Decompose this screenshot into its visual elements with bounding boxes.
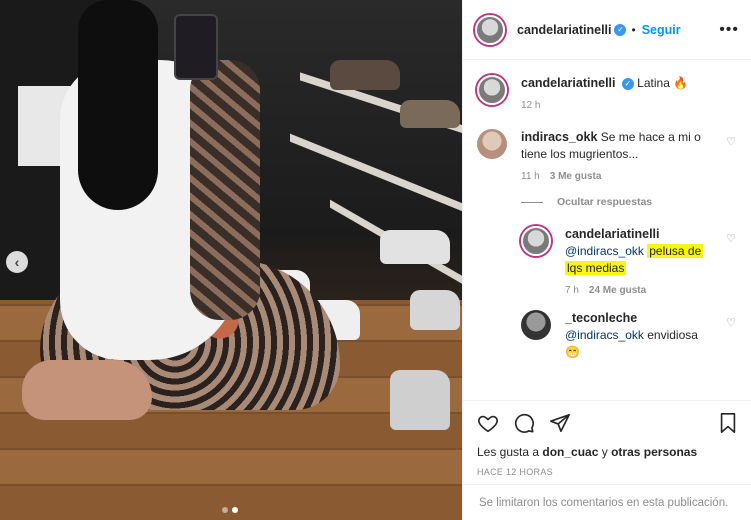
post-timestamp[interactable]: HACE 12 HORAS [477, 467, 738, 477]
carousel-indicator [222, 507, 238, 513]
image-shoe [410, 290, 460, 330]
likes-others-link[interactable]: otras personas [611, 445, 697, 459]
reply-text: envidiosa [647, 328, 698, 342]
image-shoe [380, 230, 450, 264]
image-figure-feet [22, 360, 152, 420]
avatar[interactable] [477, 75, 507, 105]
comment-like-heart-icon[interactable]: ♡ [726, 135, 736, 148]
verified-icon: ✓ [621, 77, 634, 90]
bookmark-icon[interactable] [718, 412, 738, 434]
avatar[interactable] [477, 129, 507, 159]
caption-username[interactable]: candelariatinelli [521, 76, 615, 90]
post-header: candelariatinelli ✓ • Seguir ••• [463, 0, 751, 60]
caption-time[interactable]: 12 h [521, 100, 540, 111]
caption-text: Latina [637, 76, 670, 90]
comment-time[interactable]: 11 h [521, 171, 540, 182]
verified-icon: ✓ [614, 23, 627, 36]
image-shoe [330, 60, 400, 90]
fire-emoji: 🔥 [673, 76, 689, 90]
reply-like-heart-icon[interactable]: ♡ [726, 316, 736, 329]
image-figure-hair [78, 0, 158, 210]
likes-conjunction: y [601, 445, 608, 459]
reply-likes[interactable]: 24 Me gusta [589, 285, 646, 296]
follow-button[interactable]: Seguir [642, 23, 681, 37]
comment-icon[interactable] [513, 412, 535, 434]
reply-username[interactable]: _teconleche [565, 311, 637, 325]
comment-likes[interactable]: 3 Me gusta [550, 171, 602, 182]
post-side-panel: candelariatinelli ✓ • Seguir ••• candela… [462, 0, 751, 520]
mention-link[interactable]: @indiracs_okk [565, 244, 644, 258]
comment: indiracs_okk Se me hace a mi o tiene los… [477, 129, 740, 182]
liker-username[interactable]: don_cuac [542, 445, 598, 459]
highlighted-text: pelusa de [647, 244, 704, 258]
share-icon[interactable] [549, 412, 571, 434]
grin-emoji: 😁 [565, 345, 580, 359]
reply-like-heart-icon[interactable]: ♡ [726, 232, 736, 245]
avatar[interactable] [521, 226, 551, 256]
image-shoe [390, 370, 450, 430]
image-shelf [290, 133, 462, 215]
more-options-icon[interactable]: ••• [719, 21, 739, 39]
mention-link[interactable]: @indiracs_okk [565, 328, 644, 342]
reply-username[interactable]: candelariatinelli [565, 227, 659, 241]
avatar[interactable] [475, 14, 505, 45]
comments-list[interactable]: candelariatinelli ✓ Latina 🔥 12 h indira… [463, 61, 751, 399]
reply: candelariatinelli @indiracs_okk pelusa d… [521, 226, 740, 296]
avatar[interactable] [521, 310, 551, 340]
header-username[interactable]: candelariatinelli [517, 23, 611, 37]
likes-summary: Les gusta a don_cuac y otras personas [477, 445, 738, 459]
divider [521, 201, 543, 203]
separator-dot: • [631, 22, 636, 37]
image-phone [174, 14, 218, 80]
action-bar [477, 409, 738, 437]
heart-icon[interactable] [477, 412, 499, 434]
likes-prefix: Les gusta a [477, 445, 540, 459]
carousel-dot-active [232, 507, 238, 513]
caption: candelariatinelli ✓ Latina 🔥 12 h [477, 75, 740, 111]
post-actions: Les gusta a don_cuac y otras personas HA… [463, 400, 751, 477]
reply-time[interactable]: 7 h [565, 285, 579, 296]
reply: _teconleche @indiracs_okk envidiosa 😁 ♡ [521, 310, 740, 361]
comments-limited-notice: Se limitaron los comentarios en esta pub… [463, 484, 751, 520]
comment-username[interactable]: indiracs_okk [521, 130, 597, 144]
post-image[interactable]: ‹ [0, 0, 462, 520]
previous-image-button[interactable]: ‹ [6, 251, 28, 273]
hide-replies-label: Ocultar respuestas [557, 196, 653, 208]
image-shoe [400, 100, 460, 128]
image-figure-arm [190, 60, 260, 320]
highlighted-text: lqs medias [565, 261, 627, 275]
hide-replies-button[interactable]: Ocultar respuestas [521, 196, 740, 208]
comments-limited-text: Se limitaron los comentarios en esta pub… [479, 496, 729, 509]
carousel-dot [222, 507, 228, 513]
